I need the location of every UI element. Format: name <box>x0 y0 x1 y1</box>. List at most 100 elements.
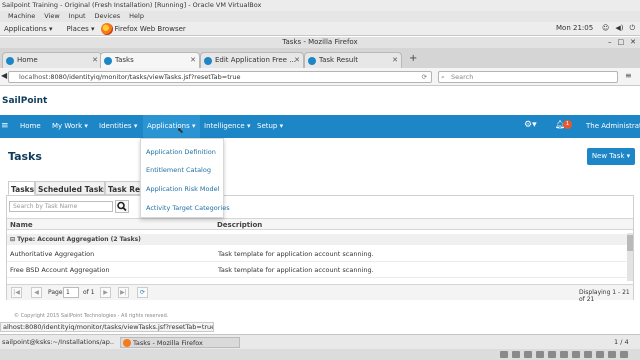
previous-page-icon[interactable]: ◀ <box>31 287 42 298</box>
grid-scrollbar[interactable] <box>627 233 633 281</box>
page-title: Tasks <box>8 150 42 163</box>
new-tab-icon[interactable]: + <box>409 53 417 64</box>
search-button[interactable] <box>115 200 129 213</box>
mouse-integration-icon[interactable] <box>608 351 616 358</box>
power-icon[interactable]: ⏻ <box>629 24 635 33</box>
user-menu[interactable]: The Administrator <box>586 122 640 130</box>
magnifier-icon <box>117 201 127 212</box>
menu-icon[interactable]: ≡ <box>625 71 632 80</box>
sailpoint-logo[interactable]: SailPoint <box>2 96 47 106</box>
column-name-header[interactable]: Name <box>10 221 33 229</box>
task-description-cell: Task template for application account sc… <box>218 250 374 258</box>
tab-tasks-list[interactable]: Tasks <box>8 181 35 195</box>
menu-item-application-risk-model[interactable]: Application Risk Model <box>146 185 219 193</box>
displaying-count: Displaying 1 - 21 of 21 <box>579 289 630 303</box>
column-description-header[interactable]: Description <box>217 221 262 229</box>
mouse-cursor-icon: ⬉ <box>177 126 184 135</box>
menu-item-activity-target-categories[interactable]: Activity Target Categories <box>146 204 230 212</box>
taskbar-terminal[interactable]: sailpoint@ksks:~/Installations/ap... <box>2 337 114 348</box>
hamburger-icon[interactable]: ≡ <box>1 121 9 131</box>
first-page-icon[interactable]: |◀ <box>11 287 22 298</box>
vm-menu-machine[interactable]: Machine <box>8 11 35 22</box>
vm-menu-input[interactable]: Input <box>69 11 86 22</box>
group-header-row[interactable]: ⊟ Type: Account Aggregation (2 Tasks) <box>7 234 633 245</box>
taskbar-firefox[interactable]: Tasks - Mozilla Firefox <box>120 337 240 348</box>
optical-drive-icon[interactable] <box>512 351 520 358</box>
places-menu[interactable]: Places ▾ <box>67 25 95 33</box>
shared-folder-icon[interactable] <box>560 351 568 358</box>
tab-home[interactable]: Home ✕ <box>2 52 102 68</box>
menu-item-application-definition[interactable]: Application Definition <box>146 148 216 156</box>
network-icon[interactable] <box>536 351 544 358</box>
nav-home[interactable]: Home <box>20 122 41 130</box>
video-capture-icon[interactable] <box>584 351 592 358</box>
applications-dropdown: Application Definition Entitlement Catal… <box>140 138 230 218</box>
table-row[interactable]: Authoritative Aggregation Task template … <box>7 247 627 262</box>
firefox-icon <box>123 339 131 347</box>
sailpoint-favicon-icon <box>204 57 212 65</box>
tab-task-result[interactable]: Task Result ✕ <box>304 52 402 68</box>
nav-applications[interactable]: Applications ▾ <box>143 115 200 138</box>
search-input[interactable]: ⌕ Search <box>438 71 618 83</box>
sailpoint-favicon-icon <box>104 57 112 65</box>
tab-scheduled-tasks[interactable]: Scheduled Tasks <box>35 181 105 195</box>
link-status-url: alhost:8080/identityiq/monitor/tasks/vie… <box>0 322 214 332</box>
volume-icon[interactable]: ◀) <box>615 24 623 33</box>
vm-menu-view[interactable]: View <box>44 11 59 22</box>
refresh-icon[interactable]: ⟳ <box>137 287 148 298</box>
close-tab-icon[interactable]: ✕ <box>190 53 196 68</box>
nav-intelligence[interactable]: Intelligence ▾ <box>204 122 250 130</box>
back-icon[interactable]: ◀ <box>1 71 7 80</box>
audio-icon[interactable] <box>524 351 532 358</box>
reload-icon[interactable]: ⟳ <box>422 72 427 82</box>
workspace-indicator[interactable]: 1 / 4 <box>614 337 629 348</box>
task-name-filter[interactable]: Search by Task Name <box>9 201 113 212</box>
task-description-cell: Task template for application account sc… <box>218 266 374 274</box>
applications-menu[interactable]: Applications ▾ <box>4 25 53 33</box>
usb-icon[interactable] <box>548 351 556 358</box>
display-icon[interactable] <box>572 351 580 358</box>
keyboard-icon[interactable] <box>620 351 628 358</box>
disk-icon[interactable] <box>500 351 508 358</box>
last-page-icon[interactable]: ▶| <box>118 287 129 298</box>
search-icon: ⌕ <box>441 73 445 81</box>
next-page-icon[interactable]: ▶ <box>100 287 111 298</box>
firefox-icon[interactable] <box>100 22 113 35</box>
cpu-icon[interactable] <box>596 351 604 358</box>
vm-menu-devices[interactable]: Devices <box>95 11 121 22</box>
taskbar: sailpoint@ksks:~/Installations/ap... Tas… <box>0 334 640 349</box>
close-tab-icon[interactable]: ✕ <box>92 53 98 68</box>
minimize-icon[interactable]: – <box>608 37 612 48</box>
tab-edit-application[interactable]: Edit Application Free ... ✕ <box>200 52 304 68</box>
firefox-launcher[interactable]: Firefox Web Browser <box>115 25 186 33</box>
notification-badge: 1 <box>563 120 572 129</box>
vm-menu-bar: Machine View Input Devices Help <box>0 11 640 22</box>
tab-tasks[interactable]: Tasks ✕ <box>100 52 200 68</box>
nav-my-work[interactable]: My Work ▾ <box>52 122 88 130</box>
navigation-toolbar: ◀ localhost:8080/identityiq/monitor/task… <box>0 68 640 86</box>
nav-setup[interactable]: Setup ▾ <box>257 122 283 130</box>
table-row[interactable]: Free BSD Account Aggregation Task templa… <box>7 263 627 278</box>
accessibility-icon[interactable]: ☺ <box>602 24 609 33</box>
task-name-cell: Authoritative Aggregation <box>10 250 95 258</box>
close-tab-icon[interactable]: ✕ <box>294 53 300 68</box>
grid-header: Name Description <box>7 218 633 230</box>
main-nav: ≡ Home My Work ▾ Identities ▾ Applicatio… <box>0 115 640 138</box>
menu-item-entitlement-catalog[interactable]: Entitlement Catalog <box>146 166 211 174</box>
task-name-cell: Free BSD Account Aggregation <box>10 266 110 274</box>
page-number-input[interactable]: 1 <box>63 287 79 298</box>
nav-identities[interactable]: Identities ▾ <box>99 122 137 130</box>
url-bar[interactable]: localhost:8080/identityiq/monitor/tasks/… <box>8 71 432 83</box>
grid-pager: |◀ ◀ Page 1 of 1 ▶ ▶| ⟳ Displaying 1 - 2… <box>7 284 633 303</box>
close-icon[interactable]: ✕ <box>630 37 636 48</box>
gear-icon[interactable]: ⚙▾ <box>524 120 537 130</box>
app-header: SailPoint <box>0 87 640 115</box>
sailpoint-favicon-icon <box>6 57 14 65</box>
maximize-icon[interactable]: □ <box>618 37 625 48</box>
browser-window-title: Tasks - Mozilla Firefox <box>282 38 358 46</box>
close-tab-icon[interactable]: ✕ <box>392 53 398 68</box>
sailpoint-favicon-icon <box>308 57 316 65</box>
clock[interactable]: Mon 21:05 <box>556 24 593 32</box>
vm-menu-help[interactable]: Help <box>129 11 144 22</box>
new-task-button[interactable]: New Task ▾ <box>587 148 635 165</box>
